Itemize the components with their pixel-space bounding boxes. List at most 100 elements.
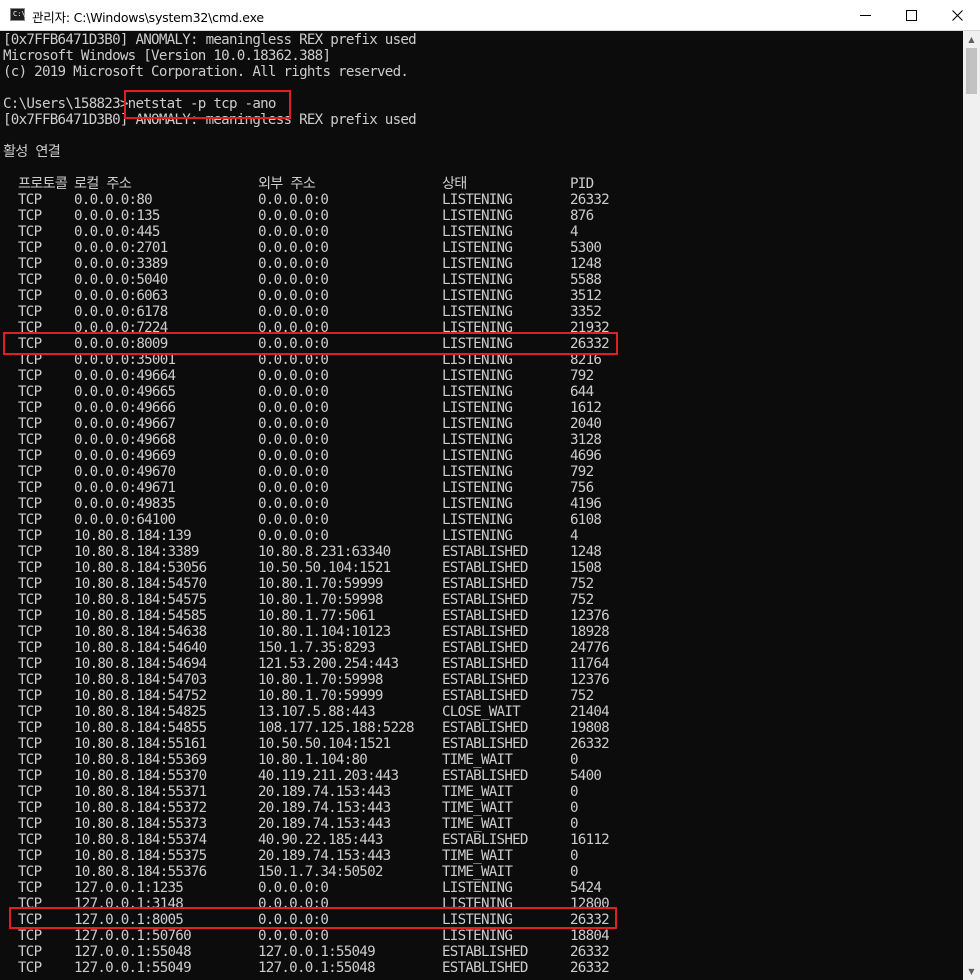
- cell-foreign: 0.0.0.0:0: [258, 192, 329, 208]
- cell-local: 0.0.0.0:49669: [74, 448, 176, 464]
- cell-proto: TCP: [18, 256, 42, 272]
- cell-foreign: 10.80.1.104:10123: [258, 624, 391, 640]
- cell-state: LISTENING: [442, 432, 513, 448]
- cell-state: ESTABLISHED: [442, 608, 528, 624]
- vertical-scrollbar[interactable]: ▲ ▼: [963, 31, 980, 980]
- cell-pid: 4: [570, 528, 579, 544]
- cell-local: 10.80.8.184:54703: [74, 672, 207, 688]
- cell-pid: 8216: [570, 352, 602, 368]
- cell-state: LISTENING: [442, 368, 513, 384]
- cell-state: ESTABLISHED: [442, 768, 528, 784]
- cell-proto: TCP: [18, 368, 42, 384]
- maximize-button[interactable]: [888, 0, 934, 30]
- cell-state: LISTENING: [442, 928, 513, 944]
- cell-proto: TCP: [18, 864, 42, 880]
- cell-proto: TCP: [18, 192, 42, 208]
- cell-proto: TCP: [18, 816, 42, 832]
- cell-state: LISTENING: [442, 192, 513, 208]
- cell-foreign: 0.0.0.0:0: [258, 496, 329, 512]
- cell-pid: 0: [570, 816, 579, 832]
- cell-proto: TCP: [18, 352, 42, 368]
- cell-foreign: 150.1.7.35:8293: [258, 640, 376, 656]
- minimize-button[interactable]: [842, 0, 888, 30]
- cell-foreign: 0.0.0.0:0: [258, 368, 329, 384]
- title-bar[interactable]: C:\ 관리자: C:\Windows\system32\cmd.exe: [0, 0, 980, 31]
- cell-proto: TCP: [18, 480, 42, 496]
- cell-pid: 0: [570, 800, 579, 816]
- cell-foreign: 0.0.0.0:0: [258, 288, 329, 304]
- cell-pid: 18928: [570, 624, 610, 640]
- cell-foreign: 0.0.0.0:0: [258, 512, 329, 528]
- cell-proto: TCP: [18, 608, 42, 624]
- console-line: [0x7FFB6471D3B0] ANOMALY: meaningless RE…: [3, 32, 417, 48]
- cell-state: ESTABLISHED: [442, 544, 528, 560]
- cell-local: 10.80.8.184:3389: [74, 544, 199, 560]
- cell-foreign: 10.80.1.70:59998: [258, 672, 383, 688]
- cell-local: 10.80.8.184:55161: [74, 736, 207, 752]
- cell-state: TIME_WAIT: [442, 784, 513, 800]
- cell-foreign: 20.189.74.153:443: [258, 816, 391, 832]
- cell-foreign: 10.50.50.104:1521: [258, 736, 391, 752]
- cell-foreign: 127.0.0.1:55048: [258, 960, 376, 976]
- cell-state: LISTENING: [442, 336, 513, 352]
- cell-pid: 6108: [570, 512, 602, 528]
- cell-foreign: 0.0.0.0:0: [258, 336, 329, 352]
- cell-state: LISTENING: [442, 496, 513, 512]
- cell-proto: TCP: [18, 896, 42, 912]
- cell-proto: TCP: [18, 752, 42, 768]
- cell-state: TIME_WAIT: [442, 752, 513, 768]
- cell-local: 0.0.0.0:2701: [74, 240, 168, 256]
- cell-local: 10.80.8.184:55373: [74, 816, 207, 832]
- cell-local: 127.0.0.1:3148: [74, 896, 184, 912]
- cell-foreign: 0.0.0.0:0: [258, 464, 329, 480]
- cell-state: LISTENING: [442, 352, 513, 368]
- cell-local: 10.80.8.184:55376: [74, 864, 207, 880]
- cell-local: 127.0.0.1:55048: [74, 944, 192, 960]
- cell-proto: TCP: [18, 736, 42, 752]
- header-local: 로컬 주소: [74, 176, 132, 192]
- cell-foreign: 10.80.1.70:59998: [258, 592, 383, 608]
- cell-state: ESTABLISHED: [442, 624, 528, 640]
- cell-pid: 3512: [570, 288, 602, 304]
- cmd-app-icon[interactable]: C:\: [10, 8, 26, 21]
- cell-foreign: 13.107.5.88:443: [258, 704, 376, 720]
- cell-local: 0.0.0.0:49668: [74, 432, 176, 448]
- console-line: C:\Users\158823>netstat -p tcp -ano: [3, 96, 276, 112]
- cell-foreign: 127.0.0.1:55049: [258, 944, 376, 960]
- cell-pid: 752: [570, 592, 594, 608]
- scroll-down-icon[interactable]: ▼: [963, 963, 980, 980]
- cell-pid: 5424: [570, 880, 602, 896]
- close-button[interactable]: [934, 0, 980, 30]
- cell-local: 0.0.0.0:135: [74, 208, 160, 224]
- cell-state: TIME_WAIT: [442, 848, 513, 864]
- cell-local: 0.0.0.0:80: [74, 192, 153, 208]
- cell-pid: 756: [570, 480, 594, 496]
- cell-pid: 26332: [570, 336, 610, 352]
- cell-state: ESTABLISHED: [442, 720, 528, 736]
- console-line: 활성 연결: [3, 144, 61, 160]
- cell-foreign: 0.0.0.0:0: [258, 272, 329, 288]
- cell-state: LISTENING: [442, 896, 513, 912]
- cell-proto: TCP: [18, 544, 42, 560]
- scroll-thumb[interactable]: [966, 48, 977, 94]
- scroll-up-icon[interactable]: ▲: [963, 31, 980, 48]
- cell-foreign: 20.189.74.153:443: [258, 800, 391, 816]
- cell-proto: TCP: [18, 576, 42, 592]
- cell-foreign: 0.0.0.0:0: [258, 528, 329, 544]
- cell-state: ESTABLISHED: [442, 576, 528, 592]
- cell-foreign: 0.0.0.0:0: [258, 352, 329, 368]
- cell-pid: 5300: [570, 240, 602, 256]
- cell-foreign: 0.0.0.0:0: [258, 400, 329, 416]
- cell-foreign: 40.90.22.185:443: [258, 832, 383, 848]
- cell-state: LISTENING: [442, 320, 513, 336]
- cell-proto: TCP: [18, 720, 42, 736]
- cell-state: CLOSE_WAIT: [442, 704, 521, 720]
- console-output[interactable]: [0x7FFB6471D3B0] ANOMALY: meaningless RE…: [0, 31, 963, 980]
- cell-foreign: 0.0.0.0:0: [258, 928, 329, 944]
- cell-foreign: 0.0.0.0:0: [258, 416, 329, 432]
- cell-local: 0.0.0.0:3389: [74, 256, 168, 272]
- cell-foreign: 20.189.74.153:443: [258, 848, 391, 864]
- cell-state: TIME_WAIT: [442, 816, 513, 832]
- cell-foreign: 0.0.0.0:0: [258, 432, 329, 448]
- cell-pid: 752: [570, 576, 594, 592]
